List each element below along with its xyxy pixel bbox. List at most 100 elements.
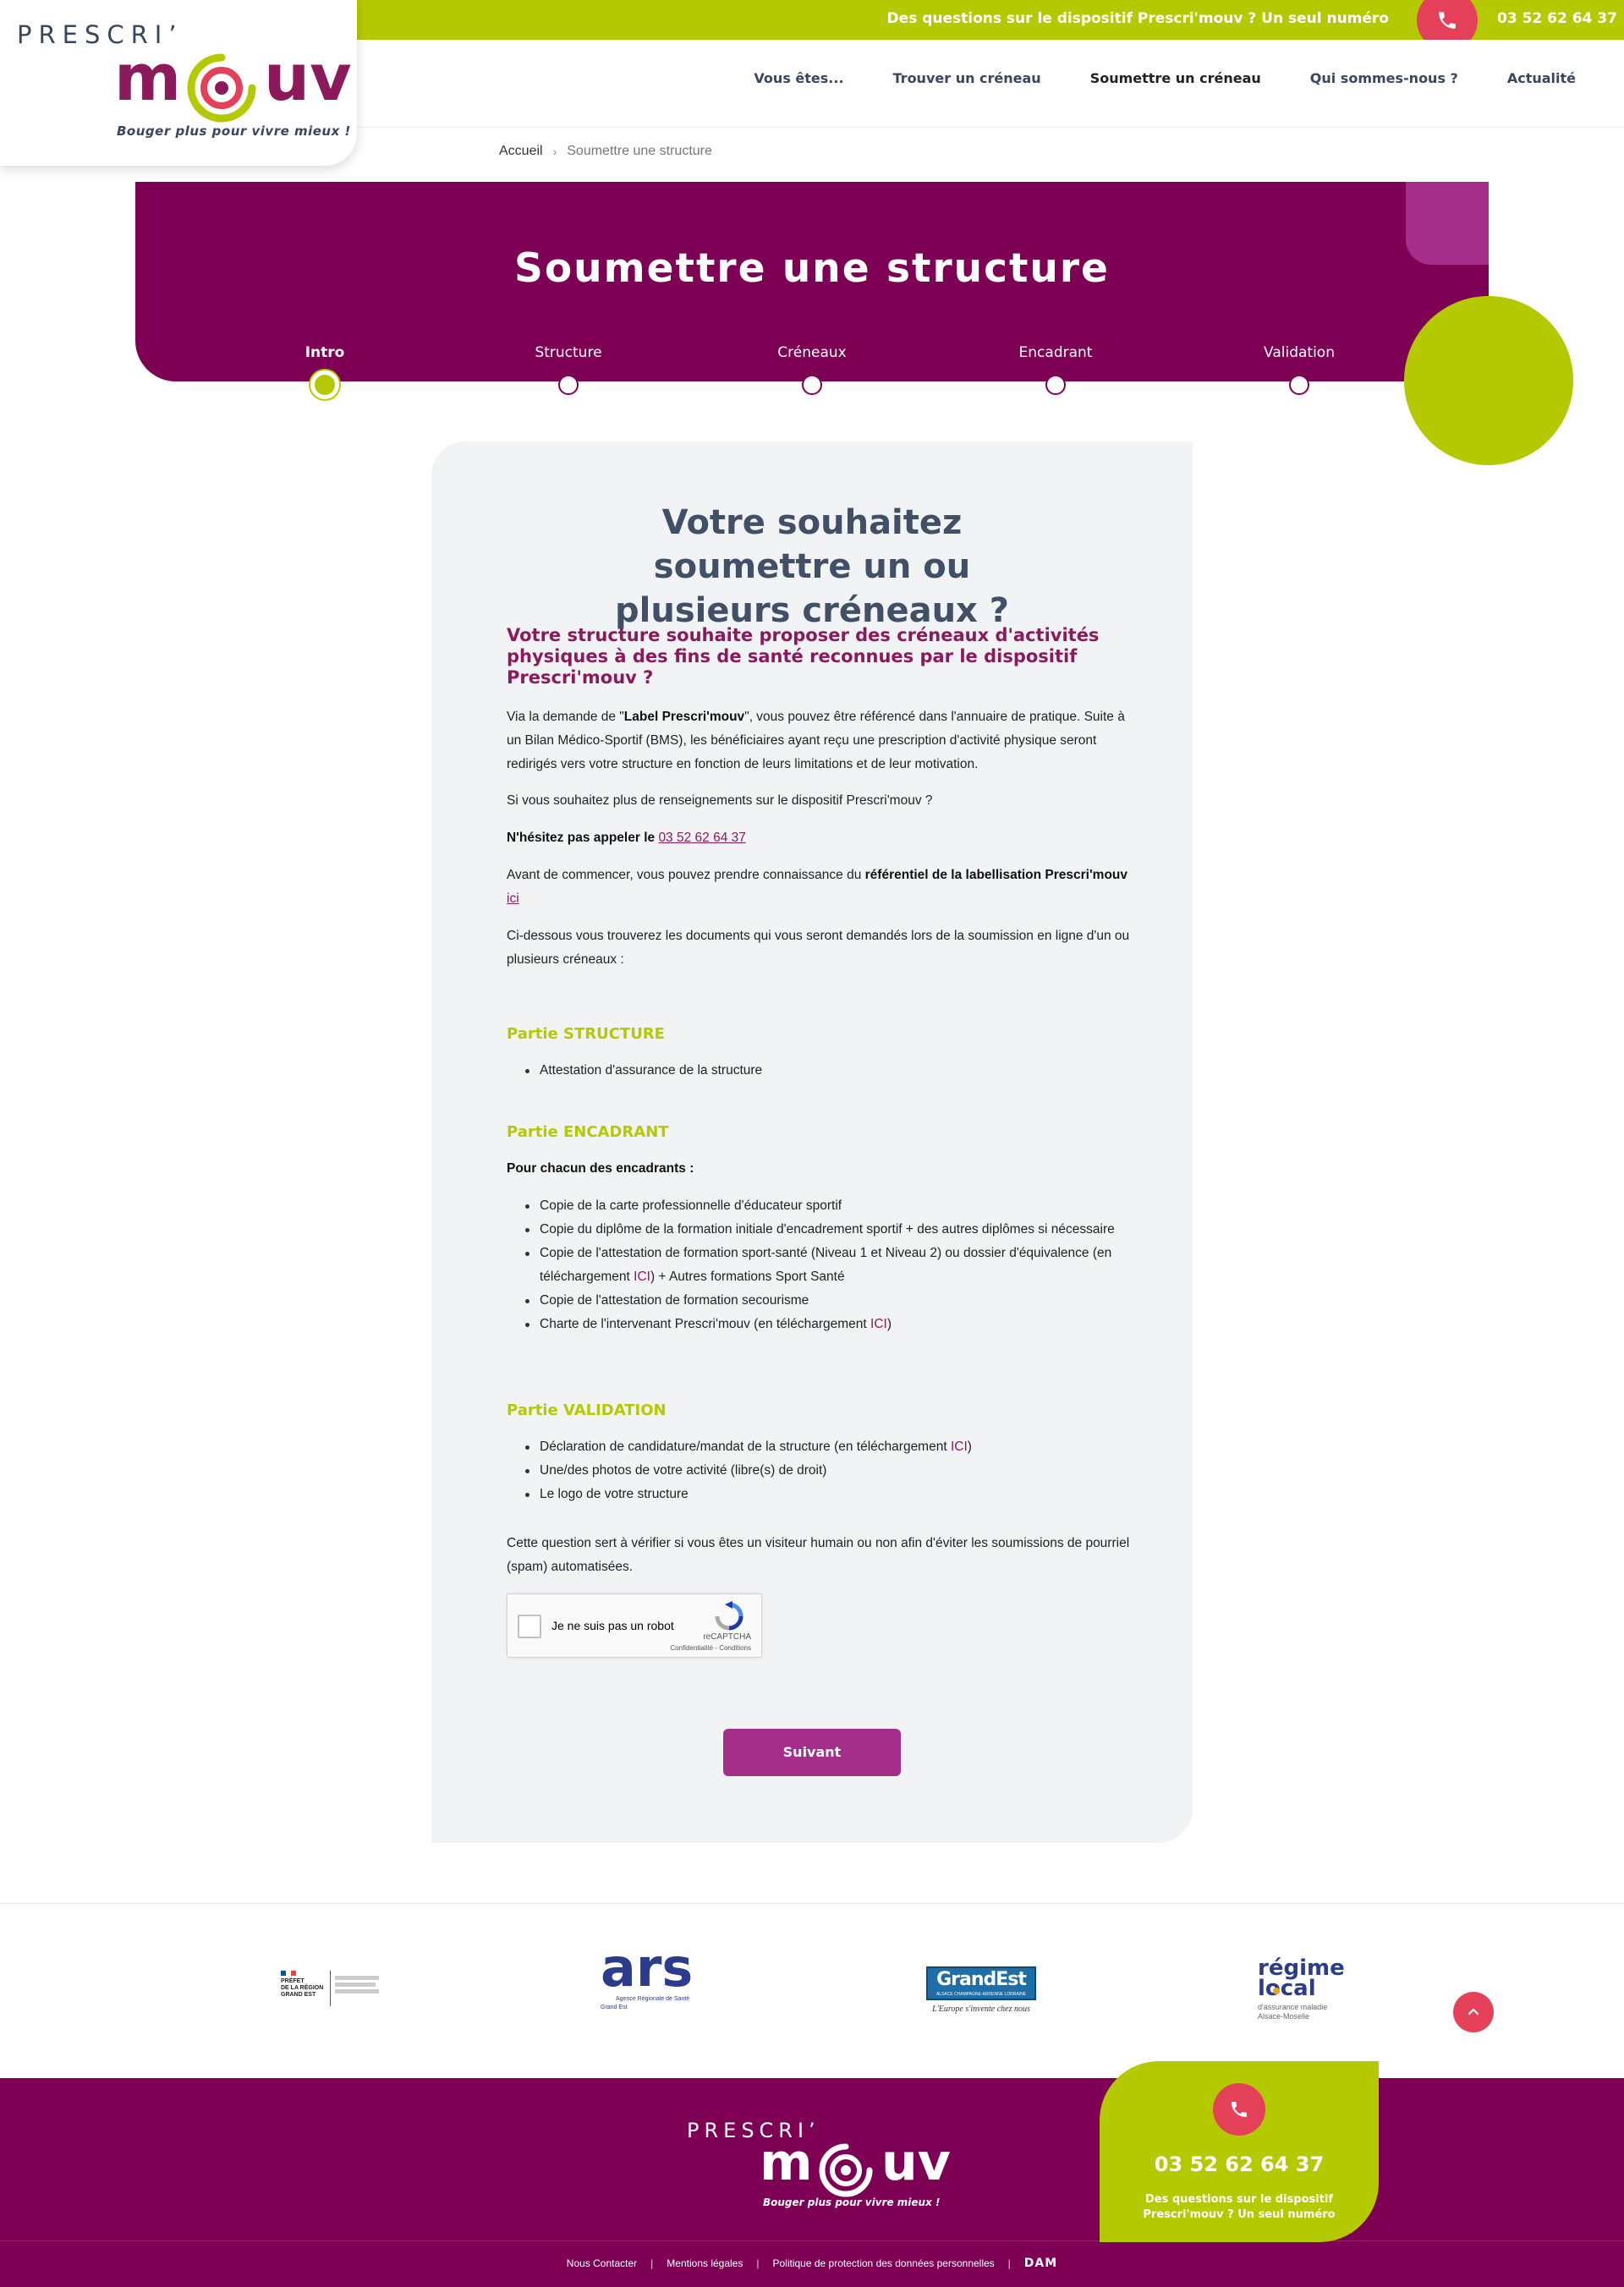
regime-subtitle-1: d'assurance maladie [1258, 2003, 1328, 2011]
footer-phone-number[interactable]: 03 52 62 64 37 [1100, 2153, 1379, 2176]
footer-logo[interactable]: PRESCRI’ m uv Bouger plus pour vivre mie… [687, 2119, 951, 2220]
encadrant-intro-bold: Pour chacun des encadrants : [507, 1161, 694, 1176]
section-structure-title: Partie STRUCTURE [507, 1025, 665, 1043]
footer-logo-m: m [760, 2133, 813, 2192]
decorative-green-circle [1404, 296, 1573, 465]
main-nav: Vous êtes... Trouver un créneau Soumettr… [754, 70, 1624, 86]
prefet-line-1: PRÉFET [281, 1978, 304, 1984]
prefet-text-line [335, 1983, 376, 1987]
val-1-text-a: Déclaration de candidature/mandat de la … [540, 1440, 951, 1454]
partner-prefet-logo[interactable]: PRÉFET DE LA RÉGION GRAND EST [281, 1971, 382, 2013]
section-encadrant-title: Partie ENCADRANT [507, 1123, 669, 1141]
partner-grandest-logo[interactable]: GrandEst ALSACE CHAMPAGNE-ARDENNE LORRAI… [926, 1966, 1038, 2017]
logo-m-letter: m [114, 40, 182, 115]
step-dot-encadrant [1045, 375, 1066, 395]
phone-icon [1232, 2102, 1247, 2117]
download-link-equivalence[interactable]: ICI [634, 1270, 650, 1284]
chevron-up-icon [1468, 2008, 1479, 2016]
recaptcha-brand: reCAPTCHA [703, 1632, 751, 1642]
structure-list: Attestation d'assurance de la structure [525, 1059, 1132, 1083]
card-subtitle: Votre structure souhaite proposer des cr… [507, 625, 1100, 688]
nav-actualite[interactable]: Actualité [1507, 70, 1576, 86]
list-item: Copie de l'attestation de formation seco… [525, 1289, 1132, 1313]
ars-subtitle: Agence Régionale de Santé [616, 1996, 690, 2002]
french-flag-icon [281, 1971, 296, 1976]
footer-link-contact[interactable]: Nous Contacter [567, 2257, 637, 2269]
breadcrumb-separator: › [552, 145, 557, 158]
referentiel-link[interactable]: ici [507, 891, 519, 906]
recaptcha-widget: Je ne suis pas un robot reCAPTCHA Confid… [507, 1593, 762, 1658]
enc-3-text-b: ) + Autres formations Sport Santé [650, 1270, 845, 1284]
encadrant-intro: Pour chacun des encadrants : [507, 1157, 1133, 1181]
footer-divider [0, 2240, 1624, 2241]
grandest-tagline: L'Europe s'invente chez nous [932, 2005, 1030, 2014]
card-title: Votre souhaitez soumettre un ou plusieur… [615, 503, 1009, 630]
prefet-line-2: DE LA RÉGION [281, 1985, 324, 1991]
partners-divider [0, 1903, 1624, 1904]
recaptcha-icon [715, 1601, 743, 1631]
logo-tagline: Bouger plus pour vivre mieux ! [117, 123, 351, 139]
phone-link[interactable]: 03 52 62 64 37 [658, 831, 745, 845]
agency-logo[interactable]: DAM [1024, 2257, 1057, 2270]
target-logo-icon [187, 53, 256, 123]
scroll-to-top-button[interactable] [1453, 1992, 1494, 2032]
list-item: Déclaration de candidature/mandat de la … [525, 1435, 1132, 1459]
nav-qui-sommes-nous[interactable]: Qui sommes-nous ? [1310, 70, 1458, 86]
call-paragraph: N'hésitez pas appeler le 03 52 62 64 37 [507, 826, 1133, 850]
call-text-bold: N'hésitez pas appeler le [507, 831, 659, 845]
nav-soumettre-creneau[interactable]: Soumettre un créneau [1090, 70, 1261, 86]
regime-line-2: local [1258, 1976, 1316, 2001]
footer-link-separator: | [1007, 2257, 1011, 2269]
logo-uv-letters: uv [264, 40, 352, 115]
enc-5-text-b: ) [886, 1317, 892, 1331]
step-validation: Validation [1264, 344, 1335, 361]
nav-trouver-creneau[interactable]: Trouver un créneau [893, 70, 1041, 86]
list-item: Charte de l'intervenant Prescri'mouv (en… [525, 1313, 1132, 1336]
list-item: Copie de l'attestation de formation spor… [525, 1242, 1132, 1289]
next-button[interactable]: Suivant [723, 1729, 901, 1776]
partner-regime-local-logo[interactable]: régime local d'assurance maladie Alsace-… [1258, 1957, 1351, 2025]
footer-link-mentions[interactable]: Mentions légales [667, 2257, 743, 2269]
info-paragraph: Si vous souhaitez plus de renseignements… [507, 793, 933, 808]
intro-paragraph: Via la demande de "Label Prescri'mouv", … [507, 705, 1133, 776]
footer-logo-uv: uv [881, 2133, 951, 2192]
footer-phone-button[interactable] [1213, 2083, 1265, 2136]
breadcrumb-home[interactable]: Accueil [499, 144, 543, 159]
download-link-charte[interactable]: ICI [870, 1317, 887, 1331]
step-label-encadrant: Encadrant [1018, 344, 1093, 361]
form-intro-card: Votre souhaitez soumettre un ou plusieur… [431, 441, 1193, 1843]
recaptcha-links[interactable]: Confidentialité - Conditions [670, 1644, 751, 1652]
breadcrumb: Accueil › Soumettre une structure [499, 144, 712, 159]
footer-call-text: Des questions sur le dispositif Prescri'… [1143, 2193, 1336, 2221]
grandest-subtitle: ALSACE CHAMPAGNE-ARDENNE LORRAINE [935, 1992, 1027, 1997]
prefet-text-line [335, 1976, 379, 1980]
list-item: Copie du diplôme de la formation initial… [525, 1218, 1132, 1242]
site-logo[interactable]: PRESCRI’ m uv Bouger plus pour vivre mie… [0, 0, 357, 166]
documents-paragraph: Ci-dessous vous trouverez les documents … [507, 929, 1130, 967]
footer-target-logo-icon [819, 2143, 873, 2197]
nav-vous-etes[interactable]: Vous êtes... [754, 70, 843, 86]
encadrant-list: Copie de la carte professionnelle d'éduc… [525, 1194, 1132, 1336]
step-dot-intro [310, 370, 339, 399]
validation-list: Déclaration de candidature/mandat de la … [525, 1435, 1132, 1506]
prefet-text-line [335, 1989, 379, 1994]
grandest-mark: GrandEst [936, 1969, 1027, 1990]
topbar-question: Des questions sur le dispositif Prescri'… [886, 10, 1389, 27]
recaptcha-checkbox[interactable] [518, 1615, 541, 1638]
download-link-candidature[interactable]: ICI [951, 1440, 968, 1454]
footer-link-separator: | [756, 2257, 760, 2269]
topbar-phone-number[interactable]: 03 52 62 64 37 [1497, 10, 1617, 27]
footer-link-privacy[interactable]: Politique de protection des données pers… [772, 2257, 994, 2269]
prefet-text: PRÉFET DE LA RÉGION GRAND EST [281, 1978, 323, 1999]
phone-icon [1439, 12, 1456, 29]
prefet-divider [330, 1971, 331, 2006]
step-label-structure: Structure [535, 344, 602, 361]
referentiel-paragraph: Avant de commencer, vous pouvez prendre … [507, 864, 1133, 911]
step-encadrant: Encadrant [1019, 344, 1093, 361]
footer-links: Nous Contacter | Mentions légales | Poli… [0, 2257, 1624, 2270]
footer-link-separator: | [650, 2257, 654, 2269]
partner-ars-logo[interactable]: ars Agence Régionale de Santé Grand Est [601, 1942, 710, 2021]
site-footer: PRESCRI’ m uv Bouger plus pour vivre mie… [0, 2078, 1624, 2287]
referentiel-bold: référentiel de la labellisation Prescri'… [864, 868, 1128, 882]
breadcrumb-current: Soumettre une structure [567, 144, 712, 158]
